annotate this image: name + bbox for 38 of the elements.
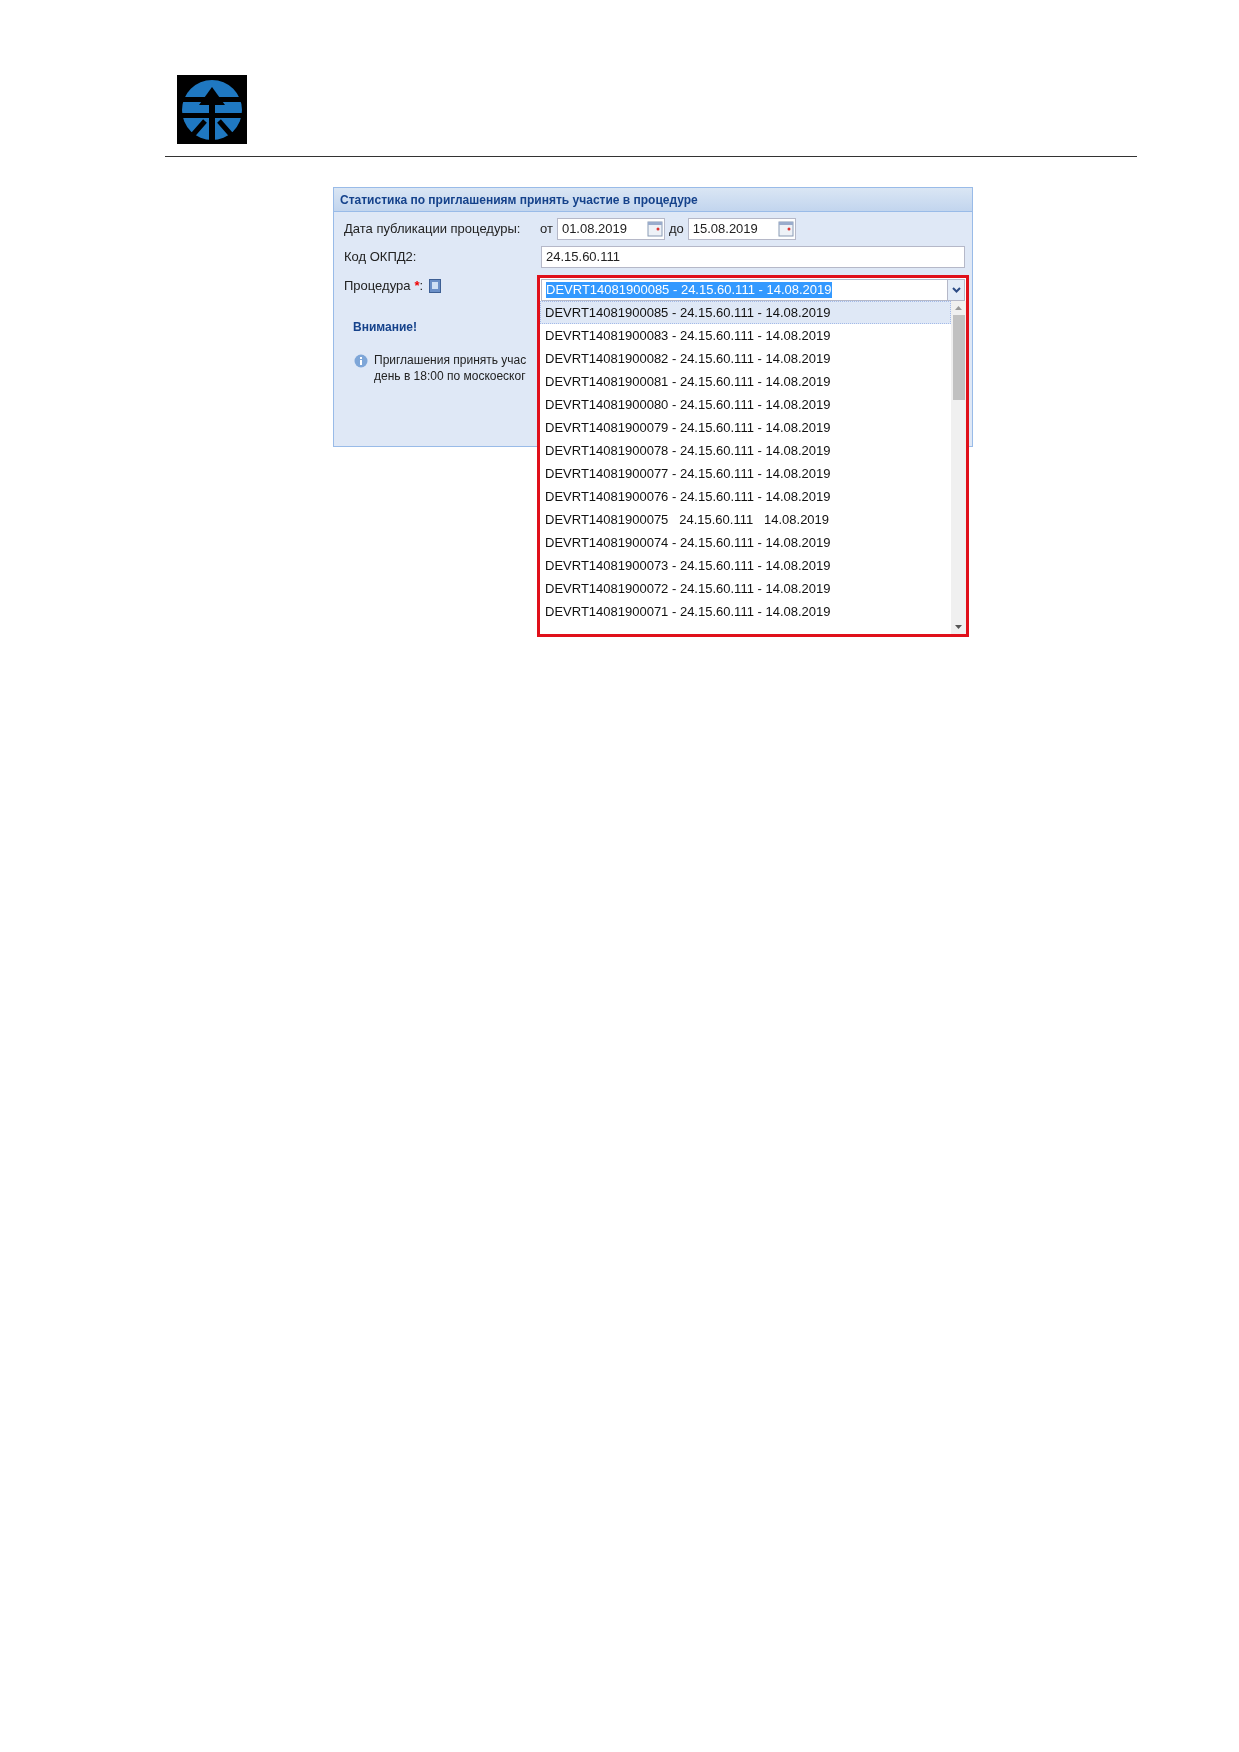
chevron-down-icon — [951, 287, 961, 293]
required-mark: * — [414, 277, 420, 296]
dropdown-option[interactable]: DEVRT14081900076 - 24.15.60.111 - 14.08.2019 — [540, 485, 951, 508]
dropdown-option[interactable]: DEVRT14081900082 - 24.15.60.111 - 14.08.2019 — [540, 347, 951, 370]
calendar-icon[interactable] — [777, 221, 794, 237]
dropdown-option[interactable]: DEVRT14081900080 - 24.15.60.111 - 14.08.2019 — [540, 393, 951, 416]
dropdown-option[interactable]: DEVRT14081900074 - 24.15.60.111 - 14.08.2019 — [540, 531, 951, 554]
info-icon — [354, 354, 368, 368]
date-field[interactable]: 01.08.2019 — [556, 218, 665, 240]
dropdown-option[interactable]: DEVRT14081900072 - 24.15.60.111 - 14.08.2019 — [540, 577, 951, 600]
dropdown-option[interactable]: DEVRT14081900085 - 24.15.60.111 - 14.08.2019 — [540, 301, 951, 324]
warning-text: Приглашения принять учас — [374, 352, 527, 368]
warning-text: день в 18:00 по москоеског — [374, 368, 527, 384]
field-label: до — [668, 220, 684, 239]
date-field[interactable]: 15.08.2019 — [687, 218, 796, 240]
field-label: Дата публикации процедуры: — [344, 220, 522, 239]
warning-title: Внимание! — [353, 320, 417, 334]
calendar-icon[interactable] — [646, 221, 663, 237]
dropdown-option[interactable]: DEVRT14081900075 24.15.60.111 14.08.2019 — [540, 508, 951, 531]
help-icon[interactable] — [429, 279, 442, 293]
field-label: Код ОКПД2: — [344, 248, 418, 267]
scrollbar[interactable] — [951, 301, 966, 634]
dropdown-option[interactable]: DEVRT14081900079 - 24.15.60.111 - 14.08.2019 — [540, 416, 951, 439]
dropdown-option[interactable]: DEVRT14081900071 - 24.15.60.111 - 14.08.2019 — [540, 600, 951, 623]
dropdown-option[interactable]: DEVRT14081900078 - 24.15.60.111 - 14.08.2019 — [540, 439, 951, 462]
dropdown-toggle[interactable] — [947, 280, 964, 300]
okpd-field[interactable]: 24.15.60.111 — [541, 246, 965, 268]
dropdown-option[interactable]: DEVRT14081900077 - 24.15.60.111 - 14.08.2019 — [540, 462, 951, 485]
scrollbar-thumb[interactable] — [952, 315, 965, 400]
dropdown-option[interactable]: DEVRT14081900083 - 24.15.60.111 - 14.08.2019 — [540, 324, 951, 347]
field-label: от — [540, 220, 553, 239]
logo-icon — [177, 75, 247, 144]
field-label: : — [419, 277, 424, 296]
dropdown-option[interactable]: DEVRT14081900073 - 24.15.60.111 - 14.08.2019 — [540, 554, 951, 577]
procedure-dropdown[interactable] — [537, 275, 969, 637]
panel-title: Статистика по приглашениям принять участие в процедуре — [340, 191, 698, 209]
dropdown-option[interactable]: DEVRT14081900081 - 24.15.60.111 - 14.08.2019 — [540, 370, 951, 393]
field-label: Процедура — [344, 277, 411, 296]
